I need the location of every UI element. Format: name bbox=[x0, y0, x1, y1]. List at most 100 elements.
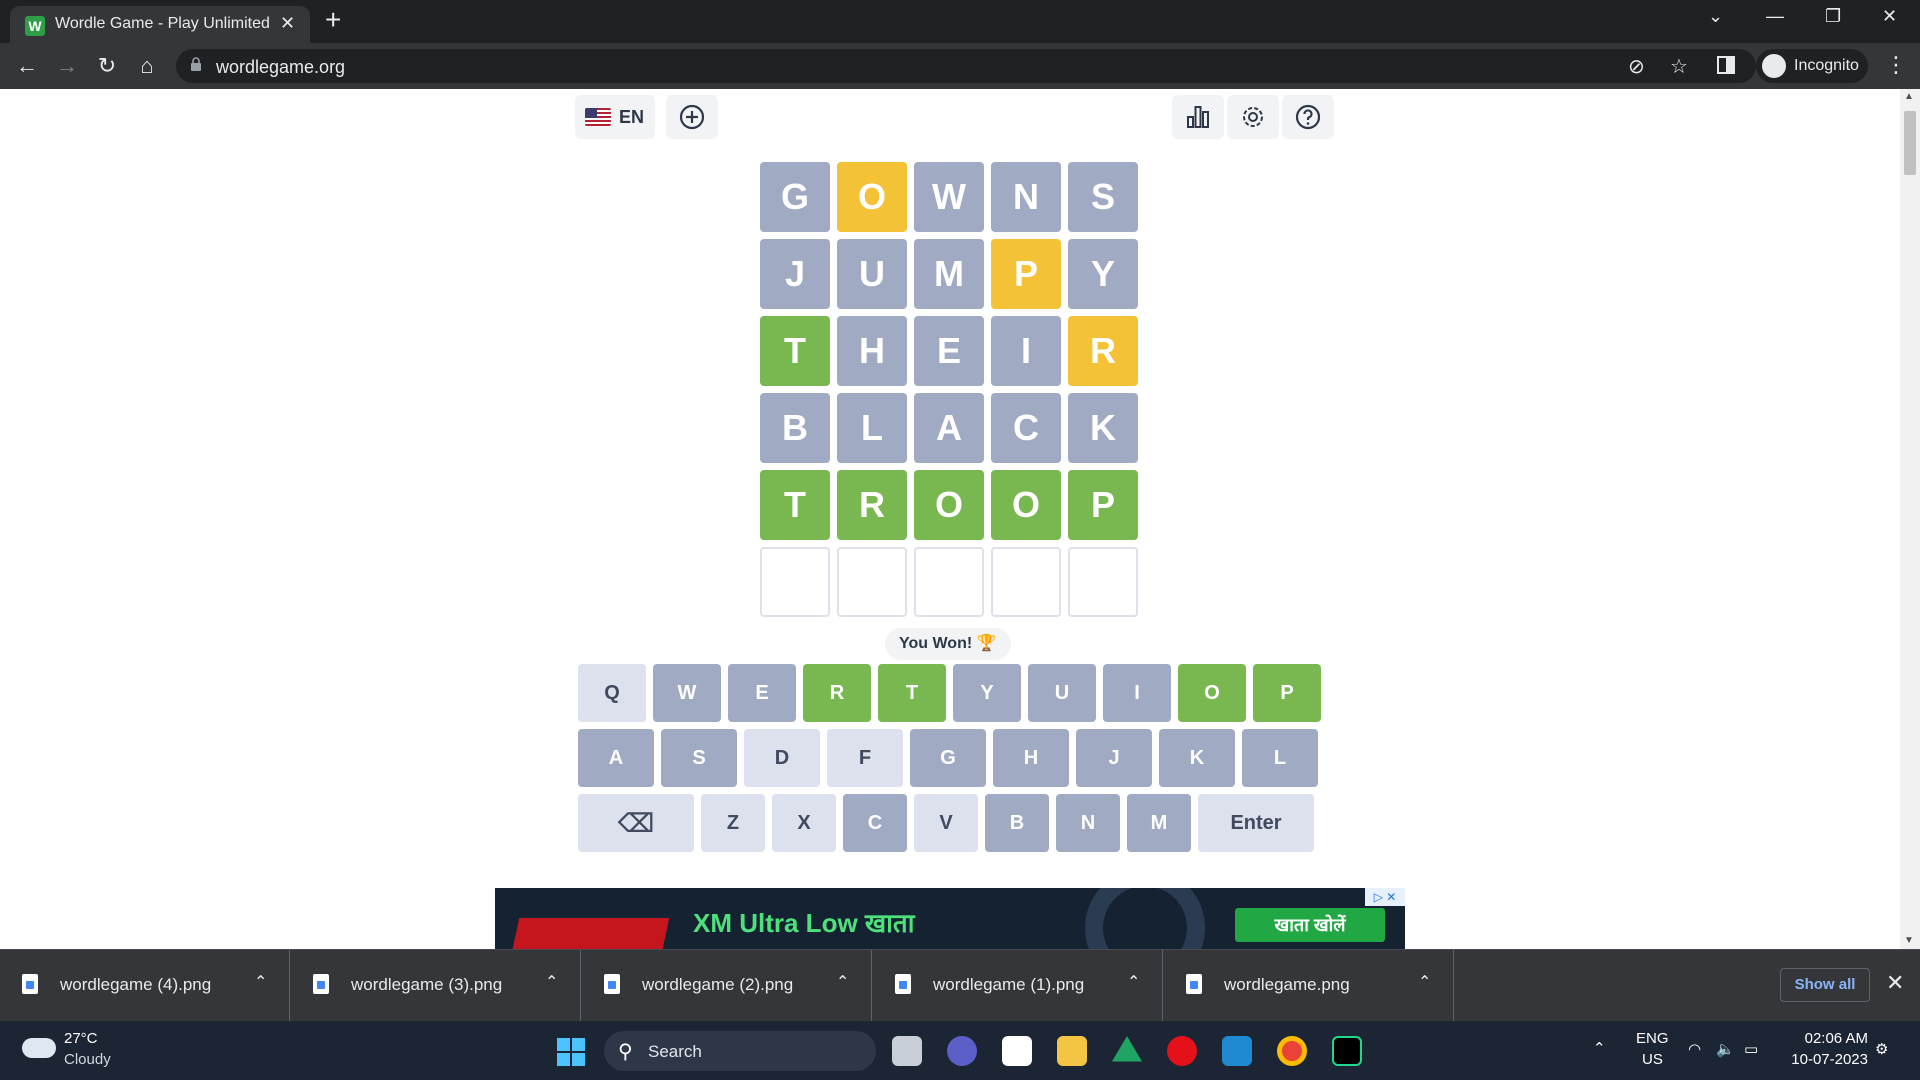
input-language-bottom[interactable]: US bbox=[1642, 1051, 1663, 1068]
scroll-up-icon[interactable]: ▲ bbox=[1904, 91, 1914, 102]
vscode-icon[interactable] bbox=[1222, 1036, 1252, 1066]
chevron-up-icon[interactable]: ⌃ bbox=[836, 972, 849, 992]
forward-icon[interactable]: → bbox=[53, 52, 81, 80]
keyboard-row: QWERTYUIOP bbox=[578, 664, 1322, 722]
key-x[interactable]: X bbox=[772, 794, 836, 852]
download-item[interactable]: wordlegame.png ⌃ bbox=[1164, 950, 1454, 1022]
key-b[interactable]: B bbox=[985, 794, 1049, 852]
key-l[interactable]: L bbox=[1242, 729, 1318, 787]
home-icon[interactable]: ⌂ bbox=[133, 52, 161, 80]
browser-tab[interactable]: W Wordle Game - Play Unlimited ✕ bbox=[10, 6, 310, 43]
key-w[interactable]: W bbox=[653, 664, 721, 722]
downloads-close-icon[interactable]: ✕ bbox=[1886, 970, 1904, 996]
scroll-down-icon[interactable]: ▼ bbox=[1904, 935, 1914, 946]
key-g[interactable]: G bbox=[910, 729, 986, 787]
incognito-profile-button[interactable]: Incognito bbox=[1756, 49, 1868, 83]
clock-time[interactable]: 02:06 AM bbox=[1790, 1030, 1868, 1047]
key-e[interactable]: E bbox=[728, 664, 796, 722]
help-button[interactable] bbox=[1282, 95, 1334, 139]
chevron-up-icon[interactable]: ⌃ bbox=[545, 972, 558, 992]
statistics-button[interactable] bbox=[1172, 95, 1224, 139]
back-icon[interactable]: ← bbox=[13, 52, 41, 80]
volume-icon[interactable]: 🔈 bbox=[1716, 1040, 1735, 1058]
file-explorer-icon[interactable] bbox=[1057, 1036, 1087, 1066]
key-p[interactable]: P bbox=[1253, 664, 1321, 722]
download-item[interactable]: wordlegame (1).png ⌃ bbox=[873, 950, 1163, 1022]
gmail-icon[interactable] bbox=[1002, 1036, 1032, 1066]
notification-icon[interactable]: ⚙ bbox=[1875, 1040, 1888, 1058]
download-item[interactable]: wordlegame (4).png ⌃ bbox=[0, 950, 290, 1022]
tray-chevron-up-icon[interactable]: ⌃ bbox=[1593, 1039, 1606, 1057]
key-u[interactable]: U bbox=[1028, 664, 1096, 722]
restore-icon[interactable]: ❐ bbox=[1825, 6, 1841, 27]
taskbar-search[interactable]: ⚲ Search bbox=[604, 1031, 876, 1071]
key-n[interactable]: N bbox=[1056, 794, 1120, 852]
window-close-icon[interactable]: ✕ bbox=[1882, 6, 1897, 27]
input-language-top[interactable]: ENG bbox=[1636, 1030, 1669, 1047]
advertisement-banner[interactable]: XM Ultra Low खाता खाता खोलें ▷ ✕ bbox=[495, 888, 1405, 949]
tab-search-chevron-icon[interactable]: ⌄ bbox=[1708, 6, 1723, 27]
chrome-icon[interactable] bbox=[1277, 1036, 1307, 1066]
key-m[interactable]: M bbox=[1127, 794, 1191, 852]
teams-chat-icon[interactable] bbox=[947, 1036, 977, 1066]
language-label: EN bbox=[619, 107, 645, 127]
address-bar[interactable]: wordlegame.org ⊘ ☆ bbox=[176, 49, 1756, 83]
google-drive-icon[interactable] bbox=[1112, 1036, 1142, 1062]
key-o[interactable]: O bbox=[1178, 664, 1246, 722]
backspace-key[interactable]: ⌫ bbox=[578, 794, 694, 852]
side-panel-icon[interactable] bbox=[1716, 55, 1736, 75]
minimize-icon[interactable]: — bbox=[1766, 6, 1784, 27]
windows-start-icon[interactable] bbox=[557, 1038, 585, 1066]
ad-cta-button[interactable]: खाता खोलें bbox=[1235, 908, 1385, 942]
gear-icon bbox=[1243, 107, 1263, 127]
ad-close-icon[interactable]: ▷ ✕ bbox=[1365, 888, 1405, 906]
weather-description[interactable]: Cloudy bbox=[64, 1051, 111, 1068]
key-t[interactable]: T bbox=[878, 664, 946, 722]
key-j[interactable]: J bbox=[1076, 729, 1152, 787]
reload-icon[interactable]: ↻ bbox=[93, 52, 121, 80]
key-s[interactable]: S bbox=[661, 729, 737, 787]
letter-tile: N bbox=[991, 162, 1061, 232]
chevron-up-icon[interactable]: ⌃ bbox=[254, 972, 267, 992]
keyboard-row: ⌫ Z X C V B N M Enter bbox=[578, 794, 1322, 852]
chevron-up-icon[interactable]: ⌃ bbox=[1127, 972, 1140, 992]
battery-icon[interactable]: ▭ bbox=[1744, 1040, 1758, 1058]
key-h[interactable]: H bbox=[993, 729, 1069, 787]
language-button[interactable]: EN bbox=[575, 95, 655, 139]
pycharm-icon[interactable] bbox=[1332, 1036, 1362, 1066]
bookmark-star-icon[interactable]: ☆ bbox=[1670, 54, 1688, 79]
new-tab-icon[interactable]: + bbox=[325, 6, 341, 34]
key-f[interactable]: F bbox=[827, 729, 903, 787]
chevron-up-icon[interactable]: ⌃ bbox=[1418, 972, 1431, 992]
cloud-icon[interactable] bbox=[22, 1038, 56, 1058]
scroll-thumb[interactable] bbox=[1904, 111, 1916, 175]
download-item[interactable]: wordlegame (3).png ⌃ bbox=[291, 950, 581, 1022]
key-r[interactable]: R bbox=[803, 664, 871, 722]
key-c[interactable]: C bbox=[843, 794, 907, 852]
key-a[interactable]: A bbox=[578, 729, 654, 787]
opera-icon[interactable] bbox=[1167, 1036, 1197, 1066]
kebab-menu-icon[interactable]: ⋮ bbox=[1885, 52, 1907, 78]
key-y[interactable]: Y bbox=[953, 664, 1021, 722]
settings-button[interactable] bbox=[1227, 95, 1279, 139]
tab-close-icon[interactable]: ✕ bbox=[280, 13, 295, 34]
letter-tile bbox=[760, 547, 830, 617]
download-filename: wordlegame (2).png bbox=[642, 975, 794, 994]
key-k[interactable]: K bbox=[1159, 729, 1235, 787]
key-q[interactable]: Q bbox=[578, 664, 646, 722]
enter-key[interactable]: Enter bbox=[1198, 794, 1314, 852]
page-scrollbar[interactable]: ▲ ▼ bbox=[1900, 89, 1920, 949]
key-d[interactable]: D bbox=[744, 729, 820, 787]
key-v[interactable]: V bbox=[914, 794, 978, 852]
game-board: GOWNSJUMPYTHEIRBLACKTROOP bbox=[760, 162, 1140, 624]
show-all-downloads-button[interactable]: Show all bbox=[1780, 968, 1870, 1002]
task-view-icon[interactable] bbox=[892, 1036, 922, 1066]
key-z[interactable]: Z bbox=[701, 794, 765, 852]
clock-date[interactable]: 10-07-2023 bbox=[1780, 1051, 1868, 1068]
key-i[interactable]: I bbox=[1103, 664, 1171, 722]
weather-temperature[interactable]: 27°C bbox=[64, 1030, 98, 1047]
wifi-icon[interactable]: ◠ bbox=[1688, 1040, 1701, 1058]
eye-off-icon[interactable]: ⊘ bbox=[1628, 54, 1645, 79]
download-item[interactable]: wordlegame (2).png ⌃ bbox=[582, 950, 872, 1022]
new-game-button[interactable] bbox=[666, 95, 718, 139]
